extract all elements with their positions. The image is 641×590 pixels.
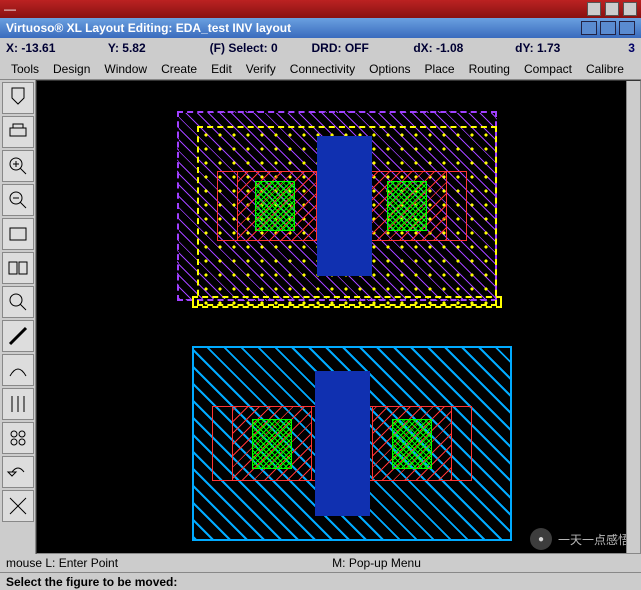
prompt-row: Select the figure to be moved: (0, 572, 641, 590)
pmos-select[interactable] (192, 296, 502, 308)
menu-verify[interactable]: Verify (239, 59, 283, 79)
watermark: ● 一天一点感悟 (530, 528, 630, 550)
watermark-text: 一天一点感悟 (558, 531, 630, 548)
close-icon[interactable] (619, 21, 635, 35)
mouse-mid-hint: M: Pop-up Menu (118, 556, 635, 570)
watermark-avatar-icon: ● (530, 528, 552, 550)
pmos-poly[interactable] (317, 136, 372, 276)
dy-label: dY: (515, 41, 533, 55)
os-topbar: — (0, 0, 641, 18)
menu-bar: Tools Design Window Create Edit Verify C… (0, 58, 641, 80)
menu-create[interactable]: Create (154, 59, 204, 79)
y-value: 5.82 (122, 41, 145, 55)
nmos-poly[interactable] (315, 371, 370, 516)
tool-save-icon[interactable] (2, 82, 34, 114)
canvas-scrollbar-v[interactable] (626, 81, 640, 553)
winctl-1[interactable] (587, 2, 601, 16)
pmos-contact-left[interactable] (255, 181, 295, 231)
select-label: (F) Select: (210, 41, 268, 55)
maximize-icon[interactable] (600, 21, 616, 35)
minimize-icon[interactable] (581, 21, 597, 35)
menu-place[interactable]: Place (418, 59, 462, 79)
menu-routing[interactable]: Routing (462, 59, 517, 79)
left-toolbar (0, 80, 36, 554)
nmos-contact-right[interactable] (392, 419, 432, 469)
tool-ruler-icon[interactable] (2, 320, 34, 352)
dash-icon: — (4, 2, 16, 16)
coord-status-row: X: -13.61 Y: 5.82 (F) Select: 0 DRD: OFF… (0, 38, 641, 58)
tool-stretch-icon[interactable] (2, 252, 34, 284)
menu-window[interactable]: Window (97, 59, 154, 79)
mouse-help-row: mouse L: Enter Point M: Pop-up Menu (0, 554, 641, 572)
mouse-left-hint: mouse L: Enter Point (6, 556, 118, 570)
drd-label: DRD: (311, 41, 341, 55)
prompt-text: Select the figure to be moved: (6, 575, 177, 589)
tool-align-icon[interactable] (2, 388, 34, 420)
dx-value: -1.08 (436, 41, 463, 55)
tool-last-icon[interactable] (2, 490, 34, 522)
y-label: Y: (108, 41, 119, 55)
pmos-contact-right[interactable] (387, 181, 427, 231)
cmd-count: 3 (628, 41, 635, 55)
menu-design[interactable]: Design (46, 59, 97, 79)
select-value: 0 (271, 41, 278, 55)
x-label: X: (6, 41, 18, 55)
menu-compact[interactable]: Compact (517, 59, 579, 79)
tool-zoomin-icon[interactable] (2, 150, 34, 182)
dx-label: dX: (413, 41, 432, 55)
dy-value: 1.73 (537, 41, 560, 55)
layout-canvas[interactable]: ● 一天一点感悟 (36, 80, 641, 554)
menu-calibre[interactable]: Calibre (579, 59, 631, 79)
tool-fit-icon[interactable] (2, 218, 34, 250)
winctl-2[interactable] (605, 2, 619, 16)
drd-value: OFF (345, 41, 369, 55)
menu-tools[interactable]: Tools (4, 59, 46, 79)
nmos-contact-left[interactable] (252, 419, 292, 469)
window-title: Virtuoso® XL Layout Editing: EDA_test IN… (6, 21, 291, 35)
tool-undo-icon[interactable] (2, 456, 34, 488)
winctl-3[interactable] (623, 2, 637, 16)
menu-edit[interactable]: Edit (204, 59, 239, 79)
tool-print-icon[interactable] (2, 116, 34, 148)
tool-zoomout-icon[interactable] (2, 184, 34, 216)
menu-options[interactable]: Options (362, 59, 417, 79)
window-titlebar: Virtuoso® XL Layout Editing: EDA_test IN… (0, 18, 641, 38)
menu-connectivity[interactable]: Connectivity (283, 59, 362, 79)
tool-path-icon[interactable] (2, 354, 34, 386)
tool-select-icon[interactable] (2, 286, 34, 318)
x-value: -13.61 (21, 41, 55, 55)
tool-clone-icon[interactable] (2, 422, 34, 454)
